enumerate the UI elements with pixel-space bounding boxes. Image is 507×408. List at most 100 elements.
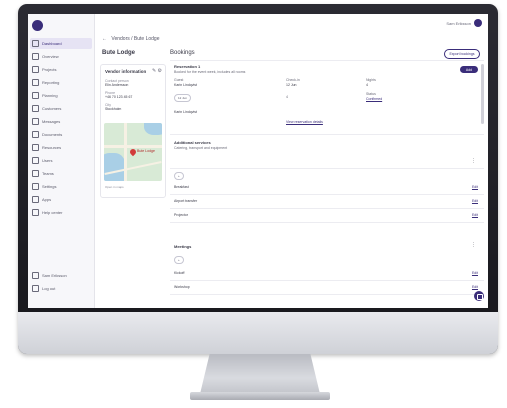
logout-icon [32,285,39,292]
list-item[interactable]: Projector Edit [170,210,484,223]
list-item[interactable]: Breakfast Edit [170,182,484,195]
avatar[interactable] [474,19,482,27]
field-status-label: Status [366,92,376,96]
divider [170,134,484,135]
breadcrumb: ← Vendors / Bute Lodge [102,36,159,42]
monitor-chin [18,312,498,354]
sidebar-item-label: Messages [42,119,61,124]
chat-icon [32,118,39,125]
sidebar-item-customers[interactable]: Customers [30,103,92,114]
sidebar-item-dashboard[interactable]: Dashboard [30,38,92,49]
export-button[interactable]: Export bookings [444,49,480,59]
field-contact: Contact person Elin Andersson [105,79,129,87]
sidebar-item-help-center[interactable]: Help center [30,207,92,218]
sidebar-footer-item-log-out[interactable]: Log out [30,283,92,294]
list-item[interactable]: Kickoff Edit [170,268,484,281]
sidebar-item-settings[interactable]: Settings [30,181,92,192]
section1-heading: Reservation 1 [174,64,201,69]
chart-icon [32,79,39,86]
sidebar-item-apps[interactable]: Apps [30,194,92,205]
sidebar-nav: Dashboard Overview Projects Reporting Planni… [30,38,92,220]
field-checkin-label: Check-in [286,78,300,82]
field-checkin-value: 12 Jun [286,83,297,87]
field-status-value[interactable]: Confirmed [366,97,382,101]
filter-chip[interactable]: + [174,172,184,180]
monitor-base [190,392,330,400]
location-map[interactable]: Bute Lodge [104,123,162,181]
sidebar-item-label: Projects [42,67,57,72]
more-icon[interactable]: ⋮ [471,242,476,248]
help-icon [32,209,39,216]
topbar: Sam Eriksson [94,14,488,32]
sidebar-item-label: Sam Eriksson [42,273,67,278]
nights-chip[interactable]: 4 [286,95,288,99]
sidebar-footer-item-sam-eriksson[interactable]: Sam Eriksson [30,270,92,281]
main-title: Bookings [170,50,195,56]
list-item[interactable]: Airport transfer Edit [170,196,484,209]
calendar-icon [32,92,39,99]
sidebar-item-label: Resources [42,145,62,150]
sidebar-item-planning[interactable]: Planning [30,90,92,101]
field-nights-label: Nights [366,78,376,82]
grid-icon [32,53,39,60]
sidebar-item-label: Reporting [42,80,60,85]
list-item[interactable]: Workshop Edit [170,282,484,295]
sidebar-item-label: Dashboard [42,41,62,46]
date-chip[interactable]: 12 Jun [174,94,192,102]
sidebar-footer: Sam Eriksson Log out [30,270,92,296]
field-guest-value: Karin Lindqvist [174,83,197,87]
sidebar-item-label: Settings [42,184,57,189]
filter-chip[interactable]: + [174,256,184,264]
field-guest-repeat: Karin Lindqvist [174,110,197,114]
reservation-link[interactable]: View reservation details [286,120,323,124]
scrollbar[interactable] [481,64,484,124]
sidebar-item-resources[interactable]: Resources [30,142,92,153]
sidebar-item-messages[interactable]: Messages [30,116,92,127]
divider [170,60,484,61]
sidebar-item-label: Apps [42,197,52,202]
main-panel: Bookings Export bookings Reservation 1 B… [170,44,484,308]
home-icon [32,40,39,47]
map-label: Bute Lodge [137,149,155,153]
chat-button[interactable] [474,291,484,301]
sidebar-item-overview[interactable]: Overview [30,51,92,62]
more-icon[interactable]: ⋮ [471,158,476,164]
sidebar-item-label: Log out [42,286,56,291]
edit-icon[interactable]: ✎ ⚙ [152,68,162,74]
sidebar-item-label: Customers [42,106,62,111]
sidebar-item-documents[interactable]: Documents [30,129,92,140]
gear-icon [32,183,39,190]
sidebar-item-label: Documents [42,132,63,137]
apps-icon [32,196,39,203]
logo[interactable] [32,20,43,31]
document-icon [32,131,39,138]
section1-subheading: Booked for the event week, includes all … [174,70,246,74]
add-button[interactable]: Add [460,66,478,73]
vendor-card: Vendor information ✎ ⚙ Contact person El… [100,64,166,198]
list-item[interactable]: ⋮ [170,156,484,169]
team-icon [32,170,39,177]
map-pin-icon[interactable] [128,147,138,157]
user-icon [32,157,39,164]
folder-icon [32,66,39,73]
breadcrumb-text[interactable]: Vendors / Bute Lodge [111,36,159,42]
sidebar-item-projects[interactable]: Projects [30,64,92,75]
field-nights-value: 4 [366,83,368,87]
sidebar-item-teams[interactable]: Teams [30,168,92,179]
box-icon [32,144,39,151]
user-name: Sam Eriksson [446,20,471,26]
sidebar-item-reporting[interactable]: Reporting [30,77,92,88]
section2-subheading: Catering, transport and equipment [174,146,228,150]
sidebar-item-label: Users [42,158,53,163]
users-icon [32,105,39,112]
sidebar-item-label: Help center [42,210,63,215]
sidebar: Dashboard Overview Projects Reporting Planni… [28,14,95,308]
field-city: City Stockholm [105,103,122,111]
sidebar-item-users[interactable]: Users [30,155,92,166]
field-phone: Phone +46 70 123 45 67 [105,91,133,99]
map-caption[interactable]: Open in maps [105,185,124,189]
screen: Dashboard Overview Projects Reporting Planni… [28,14,488,308]
sidebar-item-label: Overview [42,54,59,59]
back-arrow-icon[interactable]: ← [102,36,107,42]
section2-heading: Additional services [174,140,211,145]
